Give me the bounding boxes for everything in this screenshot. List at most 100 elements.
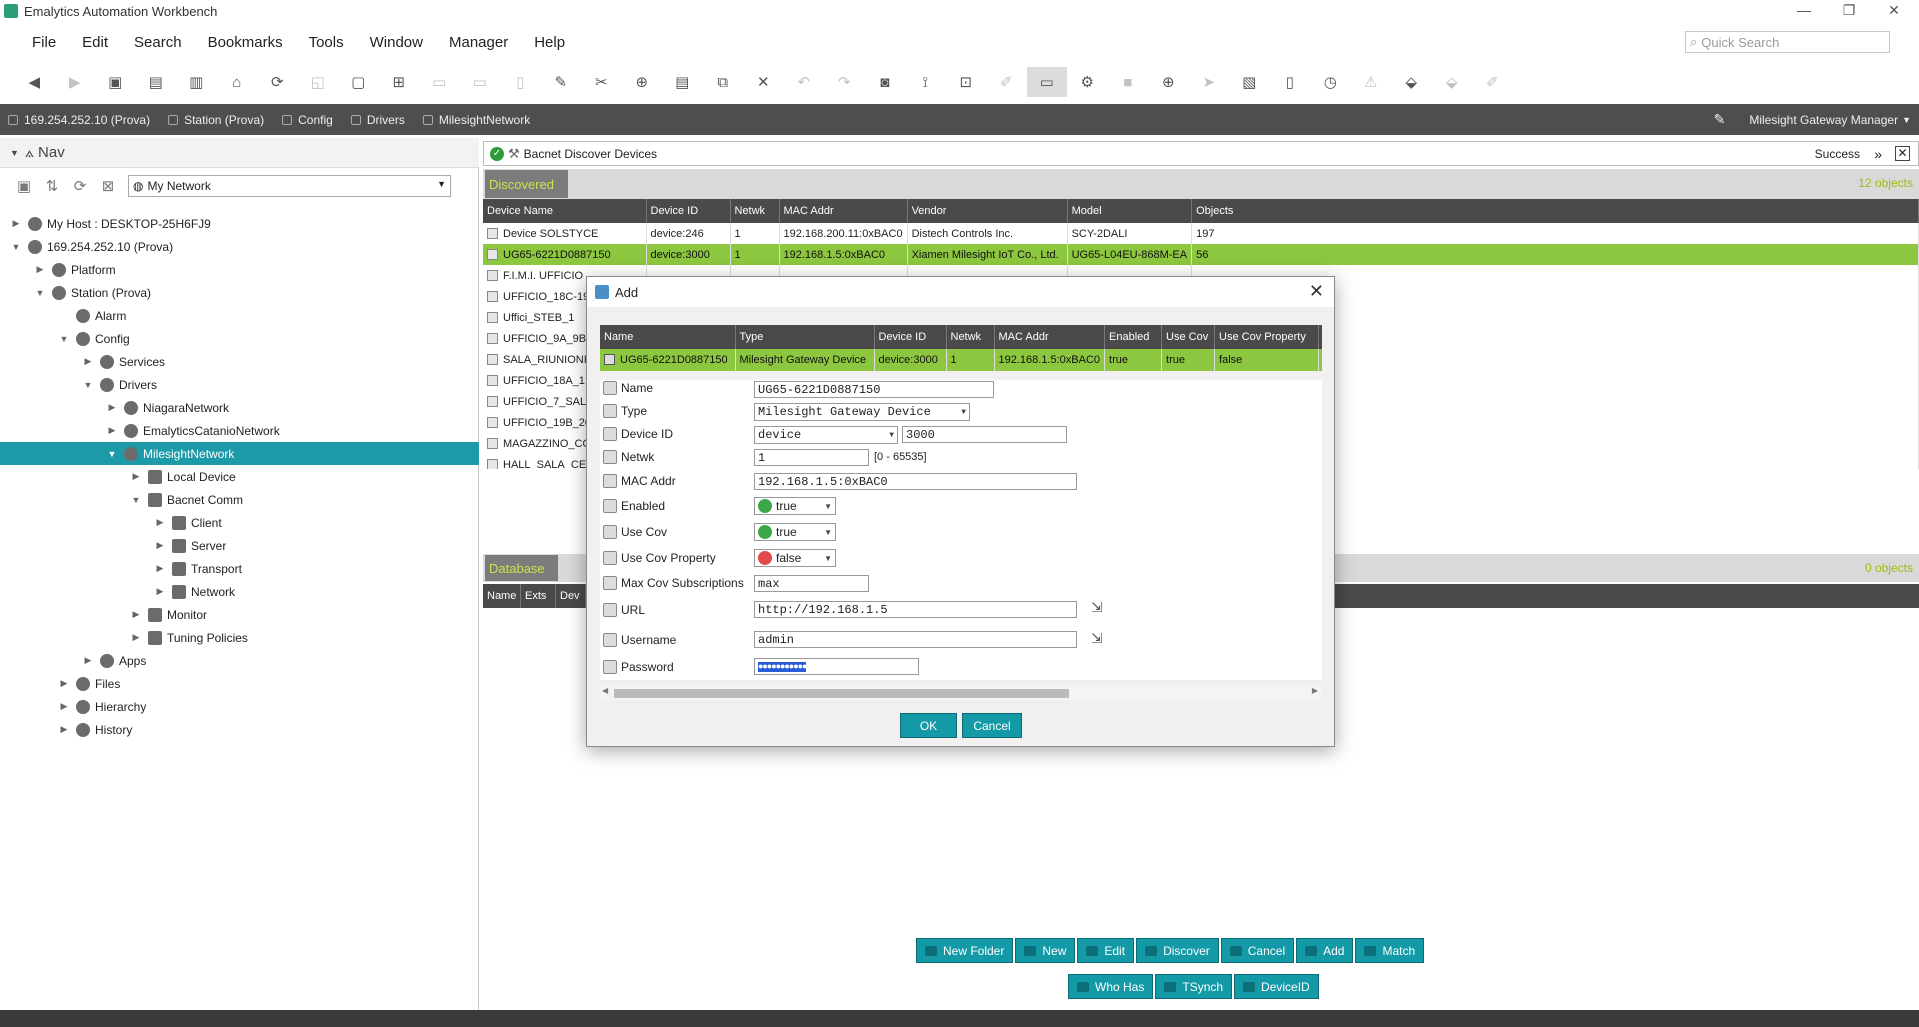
- spy-icon[interactable]: ◱: [298, 67, 339, 97]
- add-circle-icon[interactable]: ⊕: [1148, 67, 1189, 97]
- tree-node-apps[interactable]: ▶ Apps: [82, 649, 146, 672]
- enabled-select[interactable]: true ▼: [754, 497, 836, 515]
- properties-icon[interactable]: ▢: [338, 67, 379, 97]
- tree-node-server[interactable]: ▶ Server: [154, 534, 226, 557]
- dialog-column-mac-addr[interactable]: MAC Addr: [994, 325, 1106, 349]
- tree-node-services[interactable]: ▶ Services: [82, 350, 165, 373]
- tree-node-tuning-policies[interactable]: ▶ Tuning Policies: [130, 626, 248, 649]
- pencil-icon[interactable]: ✐: [986, 67, 1027, 97]
- collapsed-icon[interactable]: ▶: [154, 517, 166, 528]
- monitor-icon[interactable]: ▭: [1026, 67, 1067, 97]
- tree-node-169-254-252-10-prova[interactable]: ▼ 169.254.252.10 (Prova): [10, 235, 173, 258]
- column-header-device-id[interactable]: Device ID: [646, 199, 731, 223]
- text-editor-icon[interactable]: ⇲: [1091, 599, 1103, 616]
- minimize-button[interactable]: —: [1784, 0, 1824, 22]
- column-header-vendor[interactable]: Vendor: [907, 199, 1068, 223]
- collapsed-icon[interactable]: ▶: [82, 655, 94, 666]
- breadcrumb-169-254-252-10-prova[interactable]: 169.254.252.10 (Prova): [8, 113, 150, 127]
- refresh-icon[interactable]: ⟳: [66, 177, 94, 195]
- device-id-type-select[interactable]: device ▼: [754, 426, 898, 444]
- menu-tools[interactable]: Tools: [296, 34, 357, 51]
- edit-doc-icon[interactable]: ✎: [541, 67, 582, 97]
- dialog-column-type[interactable]: Type: [735, 325, 875, 349]
- link-icon[interactable]: ⊕: [622, 67, 663, 97]
- match-button[interactable]: Match: [1355, 938, 1425, 963]
- menu-window[interactable]: Window: [357, 34, 436, 51]
- report-icon[interactable]: ▧: [1229, 67, 1270, 97]
- tree-node-local-device[interactable]: ▶ Local Device: [130, 465, 236, 488]
- use-cov-select[interactable]: true ▼: [754, 523, 836, 541]
- column-header-dev[interactable]: Dev: [556, 584, 586, 608]
- camera-icon[interactable]: ◙: [865, 67, 906, 97]
- close-icon[interactable]: ✕: [1309, 281, 1324, 302]
- breadcrumb-station-prova[interactable]: Station (Prova): [168, 113, 264, 127]
- collapsed-icon[interactable]: ▶: [154, 540, 166, 551]
- quick-search-input[interactable]: ⌕ Quick Search: [1685, 31, 1890, 53]
- cut-icon[interactable]: ✂: [581, 67, 622, 97]
- tree-node-files[interactable]: ▶ Files: [58, 672, 120, 695]
- add-button[interactable]: Add: [1296, 938, 1354, 963]
- dialog-column-device-id[interactable]: Device ID: [874, 325, 947, 349]
- column-header-mac-addr[interactable]: MAC Addr: [779, 199, 908, 223]
- new-button[interactable]: New: [1015, 938, 1076, 963]
- side-bar-icon[interactable]: ▤: [136, 67, 177, 97]
- tree-node-milesightnetwork[interactable]: ▼ MilesightNetwork: [106, 442, 234, 465]
- expanded-icon[interactable]: ▼: [82, 380, 94, 390]
- menu-search[interactable]: Search: [121, 34, 195, 51]
- tree-node-my-host-desktop-25h6fj9[interactable]: ▶ My Host : DESKTOP-25H6FJ9: [10, 212, 211, 235]
- forward-icon[interactable]: ▶: [55, 67, 96, 97]
- column-header-model[interactable]: Model: [1067, 199, 1193, 223]
- deviceid-button[interactable]: DeviceID: [1234, 974, 1319, 999]
- collapsed-icon[interactable]: ▶: [34, 264, 46, 275]
- sync-tree-icon[interactable]: ⇅: [38, 177, 66, 195]
- tree-node-station-prova[interactable]: ▼ Station (Prova): [34, 281, 151, 304]
- edit-pencil-icon[interactable]: ✎: [1714, 111, 1726, 128]
- tree-node-hierarchy[interactable]: ▶ Hierarchy: [58, 695, 146, 718]
- mac-field[interactable]: 192.168.1.5:0xBAC0: [754, 473, 1077, 490]
- clock-icon[interactable]: ◷: [1310, 67, 1351, 97]
- tree-node-network[interactable]: ▶ Network: [154, 580, 235, 603]
- close-job-icon[interactable]: ✕: [1895, 146, 1910, 161]
- expand-job-icon[interactable]: »: [1874, 146, 1882, 162]
- cancel-button[interactable]: Cancel: [1220, 938, 1295, 963]
- collapsed-icon[interactable]: ▶: [130, 609, 142, 620]
- view-selector[interactable]: Milesight Gateway Manager: [1749, 113, 1898, 127]
- edit-button[interactable]: Edit: [1077, 938, 1135, 963]
- menu-help[interactable]: Help: [521, 34, 578, 51]
- alarm-icon[interactable]: ⚠: [1351, 67, 1392, 97]
- tree-node-drivers[interactable]: ▼ Drivers: [82, 373, 157, 396]
- tree-node-alarm[interactable]: Alarm: [58, 304, 126, 327]
- brush-icon[interactable]: ✐: [1472, 67, 1513, 97]
- scroll-left-icon[interactable]: ◀: [602, 686, 608, 695]
- netwk-field[interactable]: 1: [754, 449, 869, 466]
- tree-node-config[interactable]: ▼ Config: [58, 327, 130, 350]
- device-id-number-field[interactable]: 3000: [902, 426, 1067, 443]
- tsynch-button[interactable]: TSynch: [1155, 974, 1233, 999]
- collapsed-icon[interactable]: ▶: [106, 402, 118, 413]
- dialog-column-enabled[interactable]: Enabled: [1104, 325, 1163, 349]
- column-header-netwk[interactable]: Netwk: [730, 199, 780, 223]
- menu-file[interactable]: File: [0, 34, 69, 51]
- discovered-tab[interactable]: Discovered: [485, 170, 568, 198]
- chevron-down-icon[interactable]: ▼: [1902, 115, 1911, 125]
- expanded-icon[interactable]: ▼: [34, 288, 46, 298]
- database-tab[interactable]: Database: [485, 555, 558, 581]
- breadcrumb-milesightnetwork[interactable]: MilesightNetwork: [422, 113, 530, 127]
- tree-node-emalyticscatanionetwork[interactable]: ▶ EmalyticsCatanioNetwork: [106, 419, 280, 442]
- collapsed-icon[interactable]: ▶: [154, 586, 166, 597]
- collapsed-icon[interactable]: ▶: [58, 724, 70, 735]
- table-row[interactable]: Device SOLSTYCE device:246 1 192.168.200.11…: [483, 223, 1919, 244]
- expanded-icon[interactable]: ▼: [58, 334, 70, 344]
- puzzle-icon[interactable]: ⚙: [1067, 67, 1108, 97]
- collapse-icon[interactable]: ▼: [10, 148, 19, 158]
- column-header-exts[interactable]: Exts: [521, 584, 556, 608]
- back-icon[interactable]: ◀: [14, 67, 55, 97]
- tree-node-niagaranetwork[interactable]: ▶ NiagaraNetwork: [106, 396, 229, 419]
- new-folder-button[interactable]: New Folder: [916, 938, 1014, 963]
- home-icon[interactable]: ⌂: [217, 67, 258, 97]
- column-header-name[interactable]: Name: [483, 584, 521, 608]
- discover-button[interactable]: Discover: [1136, 938, 1219, 963]
- type-select[interactable]: Milesight Gateway Device ▼: [754, 403, 970, 421]
- duplicate-icon[interactable]: ⧉: [703, 67, 744, 97]
- tags-icon[interactable]: ⬙: [1432, 67, 1473, 97]
